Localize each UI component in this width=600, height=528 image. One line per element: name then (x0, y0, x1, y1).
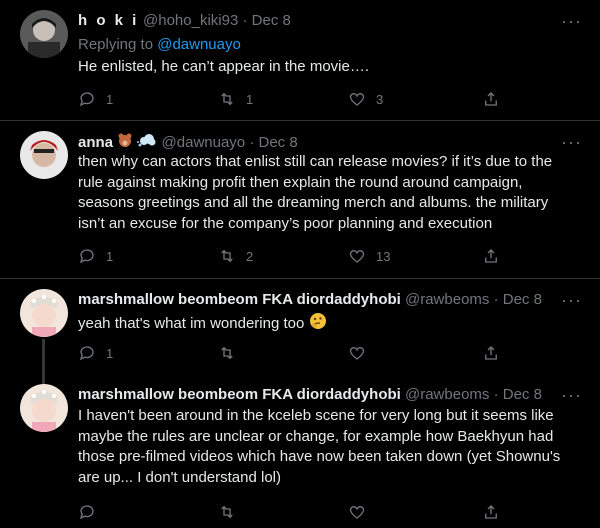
tweet[interactable]: marshmallow beombeom FKA diordaddyhobi @… (0, 279, 600, 374)
share-button[interactable] (482, 343, 500, 363)
bear-emoji (117, 132, 133, 154)
replying-to-label: Replying to (78, 36, 154, 53)
avatar[interactable] (20, 10, 68, 58)
more-icon[interactable]: ··· (561, 291, 582, 309)
like-icon (349, 505, 365, 519)
tweet-text: He enlisted, he can’t appear in the movi… (78, 58, 369, 75)
user-handle[interactable]: @rawbeoms (405, 386, 489, 403)
display-name[interactable]: h o k i (78, 12, 139, 29)
retweet-icon (221, 346, 233, 360)
retweet-icon (221, 249, 233, 263)
display-name[interactable]: anna (78, 134, 113, 151)
tweet-actions: 1 1 3 (78, 89, 508, 109)
separator-dot: · (242, 12, 248, 29)
thread-line (42, 339, 45, 374)
like-icon (349, 346, 365, 360)
tweet-date[interactable]: Dec 8 (503, 386, 542, 403)
share-icon (485, 92, 497, 106)
reply-icon (79, 505, 94, 520)
replying-to: Replying to @dawnuayo (78, 36, 241, 53)
tweet-date[interactable]: Dec 8 (259, 134, 298, 151)
tweet[interactable]: anna @dawnuayo · Dec 8 ··· then why can … (0, 121, 600, 278)
user-handle[interactable]: @dawnuayo (162, 134, 246, 151)
retweet-button[interactable]: 2 (218, 246, 253, 266)
share-button[interactable] (482, 502, 500, 522)
tweet[interactable]: marshmallow beombeom FKA diordaddyhobi @… (0, 374, 600, 528)
like-icon (349, 249, 365, 263)
user-handle[interactable]: @rawbeoms (405, 291, 489, 308)
reply-icon (79, 92, 94, 107)
avatar[interactable] (20, 131, 68, 179)
like-button[interactable] (348, 502, 376, 522)
share-button[interactable] (482, 89, 500, 109)
avatar[interactable] (20, 384, 68, 432)
reply-count: 1 (106, 91, 114, 107)
tweet-header: h o k i @hoho_kiki93 · Dec 8 (78, 11, 560, 31)
replying-to-link[interactable]: @dawnuayo (157, 36, 241, 53)
user-handle[interactable]: @hoho_kiki93 (143, 12, 238, 29)
separator-dot: · (493, 386, 499, 403)
tweet-actions: 1 (78, 343, 508, 363)
retweet-icon (221, 505, 233, 519)
cloud-emoji (137, 132, 157, 154)
tweet-header: anna @dawnuayo · Dec 8 (78, 132, 560, 154)
thread-line (42, 374, 45, 384)
more-icon[interactable]: ··· (561, 386, 582, 404)
share-icon (485, 346, 497, 360)
tweet-text: then why can actors that enlist still ca… (78, 153, 553, 232)
display-name[interactable]: marshmallow beombeom FKA diordaddyhobi (78, 291, 401, 308)
reply-count: 1 (106, 248, 114, 264)
tweet-text-content: yeah that's what im wondering too (78, 315, 305, 333)
retweet-count: 2 (246, 248, 254, 264)
reply-button[interactable]: 1 (78, 246, 113, 266)
share-button[interactable] (482, 246, 500, 266)
like-count: 3 (376, 91, 384, 107)
like-count: 13 (376, 248, 391, 264)
tweet-actions: 1 2 13 (78, 246, 508, 266)
reply-icon (79, 249, 94, 264)
tweet-date[interactable]: Dec 8 (252, 12, 291, 29)
reply-button[interactable]: 1 (78, 89, 113, 109)
retweet-count: 1 (246, 91, 254, 107)
reply-icon (79, 346, 94, 361)
retweet-button[interactable] (218, 502, 246, 522)
retweet-icon (221, 92, 233, 106)
tweet-actions (78, 502, 508, 522)
tweet-date[interactable]: Dec 8 (503, 291, 542, 308)
tweet-text: yeah that's what im wondering too (78, 312, 578, 337)
share-icon (485, 249, 497, 263)
reply-button[interactable]: 1 (78, 343, 113, 363)
more-icon[interactable]: ··· (561, 12, 582, 30)
tweet[interactable]: h o k i @hoho_kiki93 · Dec 8 ··· Replyin… (0, 0, 600, 120)
share-icon (485, 505, 497, 519)
tweet-text: I haven't been around in the kceleb scen… (78, 407, 561, 486)
reply-count: 1 (106, 345, 114, 361)
separator-dot: · (249, 133, 255, 151)
reply-button[interactable] (78, 502, 106, 522)
avatar[interactable] (20, 289, 68, 337)
retweet-button[interactable]: 1 (218, 89, 253, 109)
more-icon[interactable]: ··· (561, 133, 582, 151)
tweet-header: marshmallow beombeom FKA diordaddyhobi @… (78, 385, 560, 405)
like-icon (349, 92, 365, 106)
like-button[interactable] (348, 343, 376, 363)
separator-dot: · (493, 291, 499, 308)
retweet-button[interactable] (218, 343, 246, 363)
tweet-header: marshmallow beombeom FKA diordaddyhobi @… (78, 290, 560, 310)
display-name[interactable]: marshmallow beombeom FKA diordaddyhobi (78, 386, 401, 403)
like-button[interactable]: 3 (348, 89, 383, 109)
thinking-face-emoji (309, 312, 327, 337)
like-button[interactable]: 13 (348, 246, 390, 266)
